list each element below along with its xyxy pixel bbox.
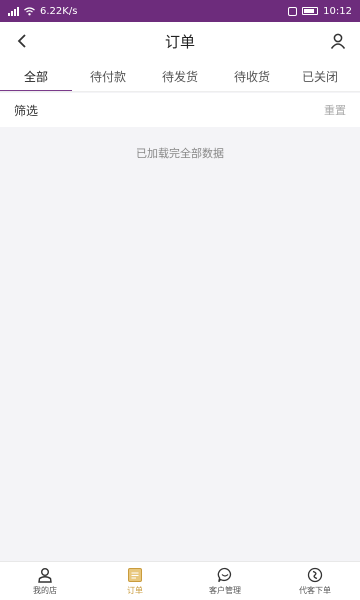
network-speed: 6.22K/s xyxy=(40,5,78,17)
customer-icon xyxy=(216,566,234,584)
tab-all[interactable]: 全部 xyxy=(0,60,72,91)
bottom-nav-my-store[interactable]: 我的店 xyxy=(0,562,90,600)
store-user-icon xyxy=(36,566,54,584)
nav-bar: 订单 xyxy=(0,22,360,60)
bottom-nav-orders[interactable]: 订单 xyxy=(90,562,180,600)
status-left: 6.22K/s xyxy=(8,6,77,17)
bottom-nav-label: 客户管理 xyxy=(209,586,241,595)
status-right: 10:12 xyxy=(288,6,352,17)
status-time: 10:12 xyxy=(323,5,352,17)
chevron-left-icon xyxy=(17,34,26,48)
filter-button[interactable]: 筛选 xyxy=(14,102,38,119)
order-icon xyxy=(126,566,144,584)
wifi-icon xyxy=(24,6,35,15)
place-order-icon xyxy=(306,566,324,584)
filter-bar: 筛选 重置 xyxy=(0,93,360,127)
back-button[interactable] xyxy=(8,27,36,55)
tab-pending-shipment[interactable]: 待发货 xyxy=(144,60,216,91)
user-icon xyxy=(330,33,346,49)
bottom-nav: 我的店 订单 客户管理 代客下单 xyxy=(0,561,360,600)
order-list[interactable]: 已加载完全部数据 xyxy=(0,127,360,561)
bottom-nav-label: 代客下单 xyxy=(299,586,331,595)
signal-icon xyxy=(8,6,19,16)
tabs-fade xyxy=(342,60,360,91)
user-button[interactable] xyxy=(324,27,352,55)
status-bar: 6.22K/s 10:12 xyxy=(0,0,360,22)
tab-pending-receipt[interactable]: 待收货 xyxy=(216,60,288,91)
battery-icon xyxy=(302,7,319,15)
page-title: 订单 xyxy=(164,32,195,51)
tab-pending-payment[interactable]: 待付款 xyxy=(72,60,144,91)
reset-button[interactable]: 重置 xyxy=(324,102,346,118)
bottom-nav-label: 我的店 xyxy=(33,586,57,595)
loaded-all-message: 已加载完全部数据 xyxy=(136,147,224,160)
order-status-tabs: 全部 待付款 待发货 待收货 已关闭 xyxy=(0,60,360,92)
vibrate-icon xyxy=(288,6,298,16)
bottom-nav-place-order[interactable]: 代客下单 xyxy=(270,562,360,600)
bottom-nav-customers[interactable]: 客户管理 xyxy=(180,562,270,600)
bottom-nav-label: 订单 xyxy=(127,586,143,595)
